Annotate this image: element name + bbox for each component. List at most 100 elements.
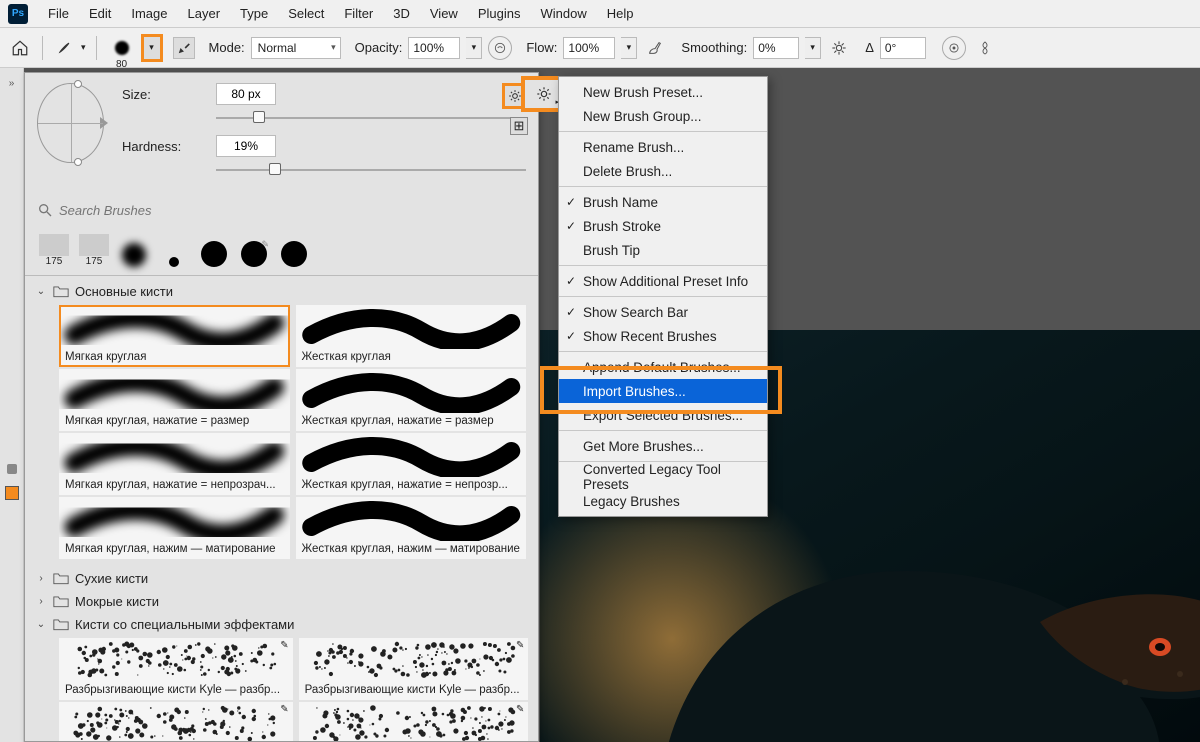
size-input[interactable] (216, 83, 276, 105)
flyout-item[interactable]: Brush Stroke (559, 214, 767, 238)
brush-settings-icon[interactable] (173, 37, 195, 59)
pressure-size-icon[interactable] (942, 36, 966, 60)
recent-brush[interactable]: 175 (37, 229, 71, 267)
hardness-label: Hardness: (122, 139, 202, 154)
opacity-input[interactable]: 100% (408, 37, 460, 59)
flyout-item[interactable]: Show Search Bar (559, 300, 767, 324)
folder-label: Мокрые кисти (75, 594, 159, 609)
folder-icon (53, 285, 69, 298)
flyout-item[interactable]: Get More Brushes... (559, 434, 767, 458)
menu-plugins[interactable]: Plugins (468, 2, 531, 25)
flyout-item[interactable]: Show Additional Preset Info (559, 269, 767, 293)
folder-wet[interactable]: › Мокрые кисти (29, 590, 532, 613)
mode-label: Mode: (209, 40, 245, 55)
recent-brush[interactable] (277, 229, 311, 267)
flyout-item[interactable]: Delete Brush... (559, 159, 767, 183)
angle-input[interactable]: 0° (880, 37, 926, 59)
brush-angle-widget[interactable] (37, 83, 104, 163)
brush-preset[interactable]: ✎Концептуальные кисти Kyle — универс... (299, 702, 529, 741)
menu-layer[interactable]: Layer (178, 2, 231, 25)
folder-icon (53, 572, 69, 585)
menu-window[interactable]: Window (530, 2, 596, 25)
brush-preset[interactable]: Мягкая круглая (59, 305, 290, 367)
size-slider[interactable] (216, 109, 526, 127)
brush-preset[interactable]: Жесткая круглая, нажатие = размер (296, 369, 527, 431)
separator (96, 36, 97, 60)
blend-mode-select[interactable]: Normal (251, 37, 341, 59)
size-label: Size: (122, 87, 202, 102)
brush-preset[interactable]: Жесткая круглая, нажатие = непрозр... (296, 433, 527, 495)
brush-preset[interactable]: Жесткая круглая (296, 305, 527, 367)
left-panel-strip: » (0, 68, 24, 742)
menu-image[interactable]: Image (121, 2, 177, 25)
separator (42, 36, 43, 60)
recent-brush[interactable] (117, 229, 151, 267)
menubar: Ps FileEditImageLayerTypeSelectFilter3DV… (0, 0, 1200, 28)
flow-dropdown[interactable]: ▾ (621, 37, 637, 59)
brush-tip-preview[interactable]: 80 (107, 36, 137, 60)
flyout-item[interactable]: Brush Name (559, 190, 767, 214)
brush-panel-flyout: New Brush Preset...New Brush Group... Ren… (558, 76, 768, 517)
recent-brushes-strip: 175175 ✎ (25, 229, 538, 275)
menu-filter[interactable]: Filter (334, 2, 383, 25)
brush-preset[interactable]: ✎Разбрызгивающие кисти Kyle — управл... (59, 702, 293, 741)
folder-dry[interactable]: › Сухие кисти (29, 567, 532, 590)
brush-preset[interactable]: Жесткая круглая, нажим — матирование (296, 497, 527, 559)
home-icon[interactable] (8, 36, 32, 60)
flyout-item[interactable]: Show Recent Brushes (559, 324, 767, 348)
disclose-icon: ⌄ (35, 286, 47, 297)
airbrush-icon[interactable] (643, 40, 667, 56)
folder-label: Кисти со специальными эффектами (75, 617, 294, 632)
symmetry-icon[interactable] (972, 40, 998, 56)
brush-picker-toggle[interactable]: ▾ (141, 34, 163, 62)
flyout-item[interactable]: Rename Brush... (559, 135, 767, 159)
menu-file[interactable]: File (38, 2, 79, 25)
swatch-icon[interactable] (5, 486, 19, 500)
expand-panels-icon[interactable]: » (9, 78, 15, 89)
flyout-item[interactable]: Import Brushes... (559, 379, 767, 403)
opacity-dropdown[interactable]: ▾ (466, 37, 482, 59)
flyout-item[interactable]: Converted Legacy Tool Presets (559, 465, 767, 489)
menu-type[interactable]: Type (230, 2, 278, 25)
menu-edit[interactable]: Edit (79, 2, 121, 25)
brush-tree: ⌄ Основные кисти Мягкая круглая Жесткая … (25, 276, 538, 741)
folder-main[interactable]: ⌄ Основные кисти (29, 280, 532, 303)
flyout-item[interactable]: Brush Tip (559, 238, 767, 262)
smoothing-gear-icon[interactable] (827, 40, 851, 56)
recent-brush[interactable]: ✎ (237, 229, 271, 267)
menu-select[interactable]: Select (278, 2, 334, 25)
menu-help[interactable]: Help (597, 2, 644, 25)
hardness-input[interactable] (216, 135, 276, 157)
brush-preset-picker: Size: Hardness: ⊞ 175175 ✎ (24, 72, 539, 742)
panel-icon[interactable] (7, 464, 17, 474)
brush-preset[interactable]: ✎Разбрызгивающие кисти Kyle — разбр... (299, 638, 529, 700)
recent-brush[interactable] (157, 229, 191, 267)
flyout-item[interactable]: Legacy Brushes (559, 489, 767, 513)
chevron-down-icon[interactable]: ▾ (81, 42, 86, 53)
options-bar: ▾ 80 ▾ Mode: Normal Opacity: 100% ▾ Flow… (0, 28, 1200, 68)
flyout-item[interactable]: New Brush Preset... (559, 80, 767, 104)
pressure-opacity-icon[interactable] (488, 36, 512, 60)
folder-label: Основные кисти (75, 284, 173, 299)
brush-preset[interactable]: ✎Разбрызгивающие кисти Kyle — разбр... (59, 638, 293, 700)
brush-preset[interactable]: Мягкая круглая, нажатие = размер (59, 369, 290, 431)
menu-view[interactable]: View (420, 2, 468, 25)
flyout-item[interactable]: Export Selected Brushes... (559, 403, 767, 427)
brush-tool-icon[interactable] (53, 40, 75, 56)
flyout-item[interactable]: Append Default Brushes... (559, 355, 767, 379)
menu-3d[interactable]: 3D (383, 2, 420, 25)
smoothing-input[interactable]: 0% (753, 37, 799, 59)
flyout-item[interactable]: New Brush Group... (559, 104, 767, 128)
search-icon (37, 202, 53, 218)
folder-fx[interactable]: ⌄ Кисти со специальными эффектами (29, 613, 532, 636)
flow-input[interactable]: 100% (563, 37, 615, 59)
recent-brush[interactable] (197, 229, 231, 267)
folder-label: Сухие кисти (75, 571, 148, 586)
search-input[interactable] (59, 199, 526, 221)
brush-preset[interactable]: Мягкая круглая, нажатие = непрозрач... (59, 433, 290, 495)
hardness-slider[interactable] (216, 161, 526, 179)
new-preset-icon[interactable]: ⊞ (510, 117, 528, 135)
recent-brush[interactable]: 175 (77, 229, 111, 267)
brush-preset[interactable]: Мягкая круглая, нажим — матирование (59, 497, 290, 559)
smoothing-dropdown[interactable]: ▾ (805, 37, 821, 59)
